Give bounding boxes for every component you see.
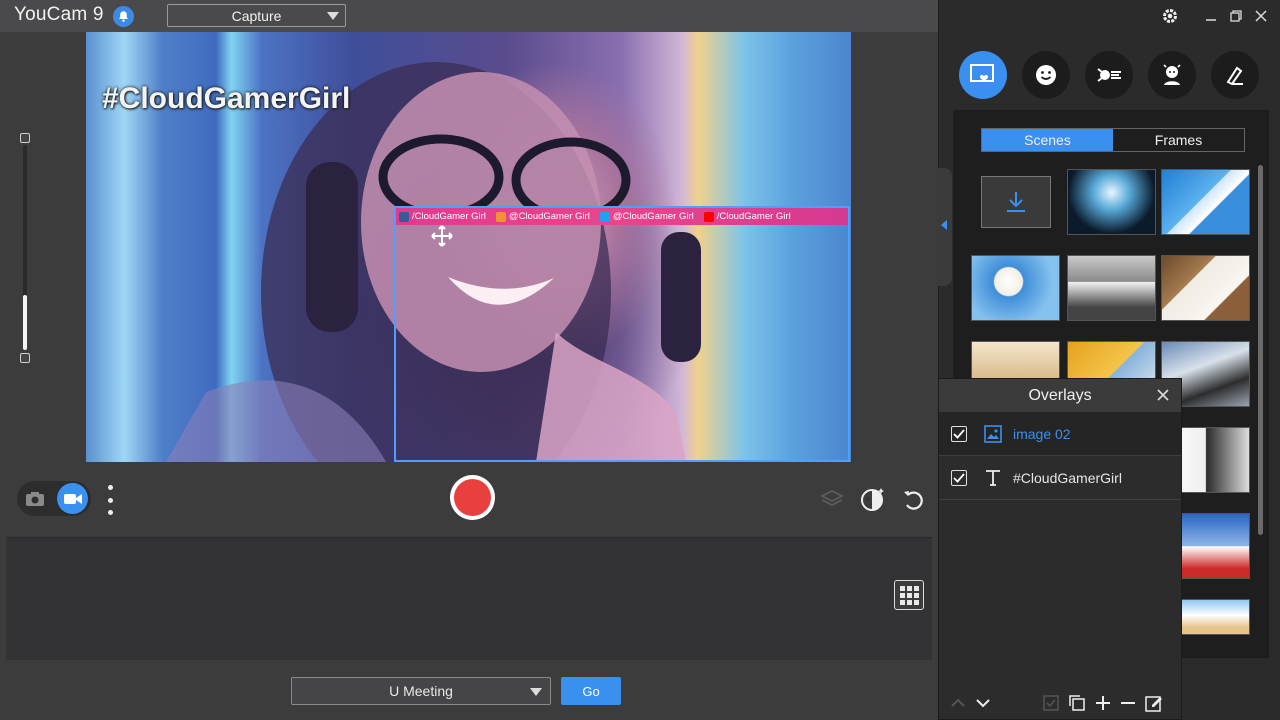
remove-overlay-icon[interactable] bbox=[1119, 693, 1137, 713]
overlays-header: Overlays bbox=[939, 379, 1181, 412]
image-type-icon bbox=[983, 424, 1003, 444]
scenes-scrollbar[interactable] bbox=[1258, 165, 1263, 535]
overlay-visibility-checkbox[interactable] bbox=[951, 425, 967, 442]
particle-icon[interactable] bbox=[1085, 51, 1133, 99]
layers-icon[interactable] bbox=[818, 485, 846, 513]
scenes-frames-icon[interactable] bbox=[959, 51, 1007, 99]
overlays-title: Overlays bbox=[1028, 386, 1092, 404]
chevron-down-icon bbox=[530, 688, 542, 696]
overlay-visibility-checkbox[interactable] bbox=[951, 469, 967, 486]
chevron-left-icon bbox=[941, 220, 947, 230]
window-controls bbox=[939, 0, 1280, 32]
more-options-icon[interactable] bbox=[104, 483, 116, 517]
photo-video-toggle[interactable] bbox=[17, 481, 91, 516]
social-item-twitter: @CloudGamer Girl bbox=[599, 211, 694, 222]
social-handle: /CloudGamer Girl bbox=[412, 211, 486, 222]
instagram-icon bbox=[495, 211, 506, 222]
minimize-icon[interactable] bbox=[1201, 6, 1221, 26]
move-down-icon[interactable] bbox=[975, 693, 993, 713]
meeting-app-dropdown[interactable]: U Meeting bbox=[291, 677, 551, 705]
tab-frames[interactable]: Frames bbox=[1113, 129, 1244, 151]
social-media-banner: /CloudGamer Girl @CloudGamer Girl @Cloud… bbox=[396, 208, 848, 225]
go-button[interactable]: Go bbox=[561, 677, 621, 705]
social-handle: @CloudGamer Girl bbox=[508, 211, 590, 222]
hashtag-text-overlay[interactable]: #CloudGamerGirl bbox=[102, 82, 350, 116]
overlay-label: image 02 bbox=[1013, 425, 1071, 442]
overlay-item-image[interactable]: image 02 bbox=[939, 412, 1181, 456]
duplicate-icon[interactable] bbox=[1068, 693, 1086, 713]
effect-categories bbox=[959, 51, 1269, 99]
overlays-panel: Overlays image 02 #CloudGamerGirl bbox=[938, 378, 1182, 720]
brush-icon[interactable] bbox=[1211, 51, 1259, 99]
social-item-instagram: @CloudGamer Girl bbox=[495, 211, 590, 222]
youcam-window: YouCam 9 Capture #CloudGamerGirl /CloudG… bbox=[0, 0, 1280, 720]
overlay-label: #CloudGamerGirl bbox=[1013, 469, 1122, 486]
capture-mode-dropdown[interactable]: Capture bbox=[167, 4, 346, 27]
undo-icon[interactable] bbox=[899, 485, 927, 513]
scene-thumbnail[interactable] bbox=[971, 255, 1060, 321]
zoom-level-fill bbox=[23, 295, 27, 350]
grid-view-icon[interactable] bbox=[894, 580, 924, 610]
scene-frame-tabs: Scenes Frames bbox=[981, 128, 1245, 152]
record-button[interactable] bbox=[450, 475, 495, 520]
download-icon bbox=[1007, 192, 1025, 212]
face-beautify-icon[interactable] bbox=[859, 485, 887, 513]
scene-thumbnail[interactable] bbox=[1067, 255, 1156, 321]
social-handle: @CloudGamer Girl bbox=[612, 211, 694, 222]
capture-mode-value: Capture bbox=[231, 7, 282, 24]
app-title: YouCam 9 bbox=[14, 4, 104, 25]
edit-overlay-icon[interactable] bbox=[1145, 693, 1163, 713]
social-item-facebook: /CloudGamer Girl bbox=[399, 211, 486, 222]
social-item-youtube: /CloudGamer Girl bbox=[703, 211, 791, 222]
move-cursor-icon bbox=[431, 225, 453, 247]
zoom-out-icon[interactable] bbox=[20, 353, 30, 363]
check-all-icon[interactable] bbox=[1043, 693, 1061, 713]
move-up-icon[interactable] bbox=[949, 693, 967, 713]
effects-tray bbox=[6, 537, 932, 660]
video-mode-icon[interactable] bbox=[57, 483, 88, 514]
restore-icon[interactable] bbox=[1226, 6, 1246, 26]
zoom-in-icon[interactable] bbox=[20, 133, 30, 143]
scene-thumbnail[interactable] bbox=[1067, 169, 1156, 235]
social-handle: /CloudGamer Girl bbox=[716, 211, 791, 222]
scene-thumbnail[interactable] bbox=[1161, 169, 1250, 235]
youtube-icon bbox=[703, 211, 714, 222]
zoom-slider[interactable] bbox=[18, 133, 32, 363]
panel-collapse-toggle[interactable] bbox=[938, 168, 952, 286]
download-scenes-button[interactable] bbox=[981, 176, 1051, 228]
notification-bell-icon[interactable] bbox=[113, 6, 134, 27]
text-type-icon bbox=[983, 468, 1003, 488]
overlay-item-text[interactable]: #CloudGamerGirl bbox=[939, 456, 1181, 500]
scene-thumbnail[interactable] bbox=[1161, 255, 1250, 321]
twitter-icon bbox=[599, 211, 610, 222]
photo-mode-camera-icon[interactable] bbox=[24, 488, 46, 510]
title-bar: YouCam 9 Capture bbox=[0, 0, 938, 32]
close-window-icon[interactable] bbox=[1251, 6, 1271, 26]
settings-gear-icon[interactable] bbox=[1160, 6, 1180, 26]
close-overlays-icon[interactable] bbox=[1155, 387, 1171, 403]
overlays-toolbar bbox=[939, 687, 1181, 719]
avatar-icon[interactable] bbox=[1148, 51, 1196, 99]
add-overlay-icon[interactable] bbox=[1094, 693, 1112, 713]
meeting-app-value: U Meeting bbox=[389, 683, 453, 699]
image-overlay-selection[interactable]: /CloudGamer Girl @CloudGamer Girl @Cloud… bbox=[394, 206, 850, 462]
facebook-icon bbox=[399, 211, 409, 222]
record-icon bbox=[454, 479, 491, 516]
tab-scenes[interactable]: Scenes bbox=[982, 129, 1113, 151]
emoji-icon[interactable] bbox=[1022, 51, 1070, 99]
chevron-down-icon bbox=[327, 12, 339, 20]
